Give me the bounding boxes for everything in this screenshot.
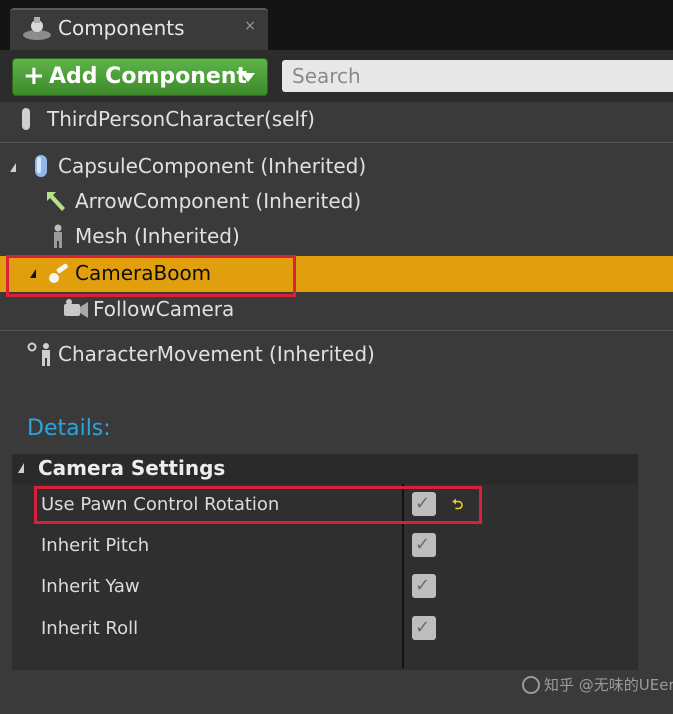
- character-icon: [22, 108, 30, 130]
- inherit-yaw-checkbox[interactable]: ✓: [412, 574, 436, 598]
- divider: [0, 142, 673, 143]
- plus-icon: +: [23, 61, 45, 91]
- capsule-icon: [35, 155, 47, 177]
- tree-item-character-movement[interactable]: CharacterMovement (Inherited): [0, 337, 673, 371]
- components-icon: [23, 17, 51, 40]
- camera-settings-header[interactable]: Camera Settings: [12, 454, 638, 484]
- add-component-label: Add Component: [49, 64, 247, 89]
- details-panel: Details: Camera Settings: [0, 402, 673, 714]
- tree-item-mesh[interactable]: Mesh (Inherited): [0, 219, 673, 253]
- inherit-roll-checkbox[interactable]: ✓: [412, 616, 436, 640]
- divider: [0, 330, 673, 331]
- close-icon[interactable]: ×: [244, 18, 256, 34]
- details-title: Details:: [27, 416, 111, 441]
- checkmark-icon: ✓: [415, 617, 431, 638]
- add-component-button[interactable]: + Add Component: [12, 58, 268, 96]
- checkmark-icon: ✓: [415, 575, 431, 596]
- tab-title: Components: [58, 16, 185, 40]
- tab-components[interactable]: Components ×: [10, 8, 268, 50]
- tree-item-self[interactable]: ThirdPersonCharacter(self): [0, 102, 673, 136]
- tree-item-label: CapsuleComponent (Inherited): [58, 154, 367, 178]
- section-title: Camera Settings: [38, 456, 226, 480]
- property-label: Inherit Pitch: [41, 535, 150, 556]
- tree-item-label: ArrowComponent (Inherited): [75, 189, 362, 213]
- components-window: Components × + Add Component ThirdPerson…: [0, 0, 673, 714]
- mesh-icon: [54, 224, 62, 248]
- toolbar: + Add Component: [0, 50, 673, 102]
- chevron-down-icon: [241, 73, 255, 82]
- property-label: Inherit Yaw: [41, 576, 140, 597]
- collapse-arrow-icon[interactable]: [18, 463, 24, 473]
- watermark-text: 知乎 @无味的UEer: [544, 676, 673, 694]
- tree-item-label: Mesh (Inherited): [75, 224, 240, 248]
- tree-item-label: FollowCamera: [93, 297, 235, 321]
- movement-icon: [27, 342, 50, 366]
- camera-icon: [64, 299, 88, 318]
- watermark: 知乎 @无味的UEer: [522, 674, 673, 698]
- tree-item-label: CharacterMovement (Inherited): [58, 342, 375, 366]
- tree-item-follow-camera[interactable]: FollowCamera: [0, 292, 673, 326]
- tree-item-label: ThirdPersonCharacter(self): [47, 107, 315, 131]
- wechat-logo-icon: [522, 676, 540, 694]
- highlight-box: [34, 486, 482, 524]
- inherit-pitch-checkbox[interactable]: ✓: [412, 533, 436, 557]
- tab-bar: Components ×: [0, 0, 673, 50]
- checkmark-icon: ✓: [415, 534, 431, 555]
- search-input[interactable]: [282, 60, 673, 92]
- property-label: Inherit Roll: [41, 618, 139, 639]
- expand-arrow-icon[interactable]: [10, 163, 16, 172]
- component-tree: ThirdPersonCharacter(self) CapsuleCompon…: [0, 102, 673, 402]
- tree-item-capsule[interactable]: CapsuleComponent (Inherited): [0, 149, 673, 183]
- highlight-box: [6, 255, 296, 297]
- tree-item-arrow[interactable]: ArrowComponent (Inherited): [0, 184, 673, 218]
- arrow-icon: [47, 192, 65, 211]
